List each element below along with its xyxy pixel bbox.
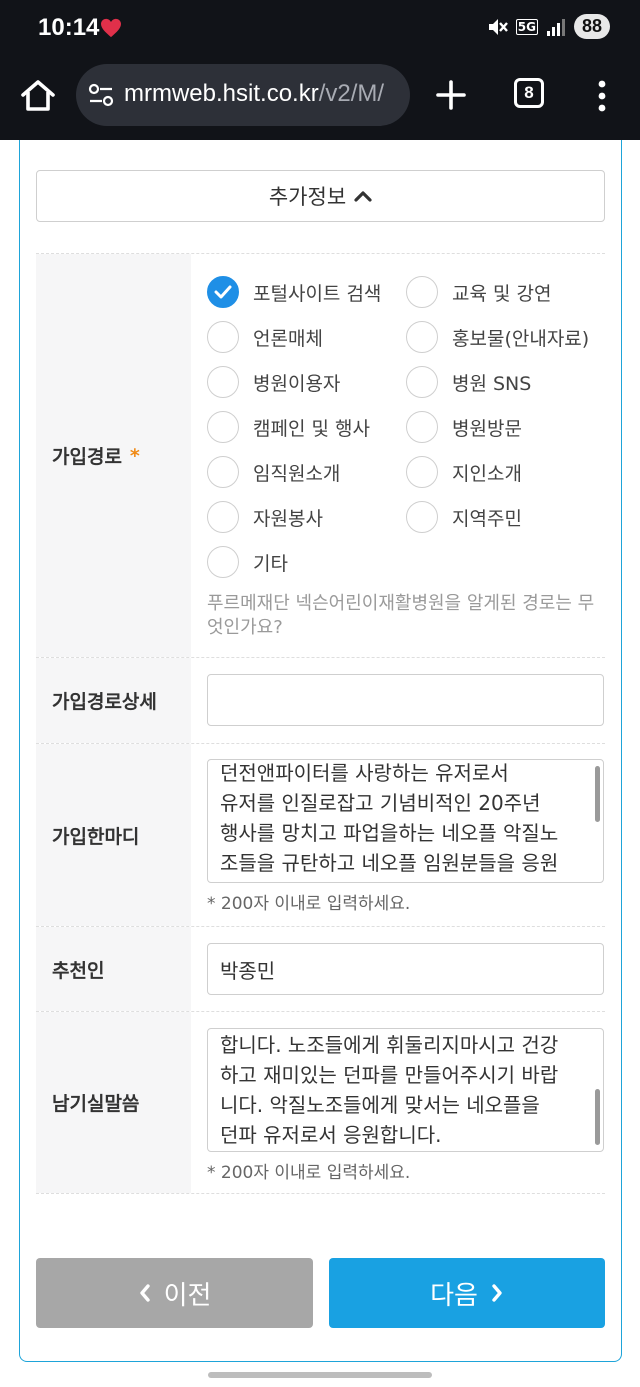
radio-icon[interactable] xyxy=(406,456,438,488)
radio-icon[interactable] xyxy=(406,321,438,353)
leave-words-line: 하고 재미있는 던파를 만들어주시기 바랍 xyxy=(220,1063,559,1087)
leave-words-label: 남기실말씀 xyxy=(36,1012,191,1193)
radio-option[interactable]: 지인소개 xyxy=(406,456,605,488)
recommender-label: 추천인 xyxy=(36,927,191,1011)
textarea-scrollbar[interactable] xyxy=(595,1089,600,1145)
radio-label: 캠페인 및 행사 xyxy=(253,417,370,440)
heart-icon xyxy=(101,18,121,38)
radio-label: 지역주민 xyxy=(452,507,522,530)
radio-label: 홍보물(안내자료) xyxy=(452,327,590,350)
prev-button[interactable]: 이전 xyxy=(36,1258,313,1328)
radio-option[interactable]: 캠페인 및 행사 xyxy=(207,411,406,443)
mute-icon xyxy=(488,18,508,35)
more-menu-icon[interactable] xyxy=(592,76,612,116)
textarea-scrollbar[interactable] xyxy=(595,766,600,822)
join-route-detail-input[interactable] xyxy=(207,674,604,726)
radio-checked-icon[interactable] xyxy=(207,276,239,308)
radio-option[interactable]: 병원방문 xyxy=(406,411,605,443)
radio-option[interactable]: 병원 SNS xyxy=(406,366,605,398)
radio-icon[interactable] xyxy=(406,276,438,308)
radio-icon[interactable] xyxy=(207,321,239,353)
checkmark-icon xyxy=(214,285,232,299)
leave-words-textarea[interactable]: 합니다. 노조들에게 휘둘리지마시고 건강 하고 재미있는 던파를 만들어주시기… xyxy=(207,1028,604,1152)
join-message-line: 유저를 인질로잡고 기념비적인 20주년 xyxy=(220,791,541,815)
join-route-options: 포털사이트 검색 교육 및 강연언론매체 홍보물(안내자료) 병원이용자 병원 SNS 캠… xyxy=(191,254,605,657)
status-bar: 10:14 5G 88 xyxy=(0,0,640,58)
site-settings-icon[interactable] xyxy=(88,83,114,107)
radio-label: 병원방문 xyxy=(452,417,522,440)
radio-label: 포털사이트 검색 xyxy=(253,282,382,305)
join-message-line: 던전앤파이터를 사랑하는 유저로서 xyxy=(220,761,509,785)
status-time: 10:14 xyxy=(38,14,100,41)
join-route-row: 가입경로 * 포털사이트 검색 교육 및 강연 언론매체 홍보물(안내자료) 병원이용자 병… xyxy=(36,253,605,657)
status-icons: 5G 88 xyxy=(486,14,610,39)
radio-icon[interactable] xyxy=(406,501,438,533)
radio-label: 자원봉사 xyxy=(253,507,323,530)
join-route-detail-label: 가입경로상세 xyxy=(36,658,191,743)
radio-icon[interactable] xyxy=(406,411,438,443)
join-message-line: 행사를 망치고 파업을하는 네오플 악질노 xyxy=(220,821,559,845)
battery-level: 88 xyxy=(573,14,610,39)
radio-label: 언론매체 xyxy=(253,327,323,350)
gesture-bar[interactable] xyxy=(208,1372,432,1378)
url-path: /v2/M/ xyxy=(318,80,385,107)
leave-words-line: 합니다. 노조들에게 휘둘리지마시고 건강 xyxy=(220,1033,559,1057)
home-icon[interactable] xyxy=(18,76,58,116)
radio-group: 포털사이트 검색 교육 및 강연언론매체 홍보물(안내자료) 병원이용자 병원 SNS 캠… xyxy=(207,270,605,578)
radio-label: 병원이용자 xyxy=(253,372,341,395)
leave-words-line: 던파 유저로서 응원합니다. xyxy=(220,1123,442,1147)
radio-icon[interactable] xyxy=(207,501,239,533)
join-route-hint: 푸르메재단 넥슨어린이재활병원을 알게된 경로는 무엇인가요? xyxy=(207,593,595,638)
radio-label: 병원 SNS xyxy=(452,372,532,395)
recommender-input[interactable]: 박종민 xyxy=(207,943,604,995)
recommender-row: 추천인 박종민 xyxy=(36,926,605,1011)
radio-option[interactable]: 포털사이트 검색 xyxy=(207,276,406,308)
tab-switcher-button[interactable]: 8 xyxy=(514,78,544,108)
radio-option[interactable]: 지역주민 xyxy=(406,501,605,533)
radio-icon[interactable] xyxy=(207,366,239,398)
radio-label: 지인소개 xyxy=(452,462,522,485)
chevron-right-icon xyxy=(492,1284,502,1302)
radio-option[interactable]: 언론매체 xyxy=(207,321,406,353)
chevron-up-icon xyxy=(354,191,372,202)
next-button[interactable]: 다음 xyxy=(329,1258,605,1328)
join-message-label: 가입한마디 xyxy=(36,744,191,926)
join-message-textarea[interactable]: 던전앤파이터를 사랑하는 유저로서 유저를 인질로잡고 기념비적인 20주년 행… xyxy=(207,759,604,883)
radio-icon[interactable] xyxy=(406,366,438,398)
leave-words-row: 남기실말씀 합니다. 노조들에게 휘둘리지마시고 건강 하고 재미있는 던파를 … xyxy=(36,1011,605,1194)
radio-option[interactable]: 교육 및 강연 xyxy=(406,276,605,308)
radio-label: 교육 및 강연 xyxy=(452,282,552,305)
radio-label: 기타 xyxy=(253,552,288,575)
radio-icon[interactable] xyxy=(207,456,239,488)
join-route-label: 가입경로 * xyxy=(36,254,191,657)
join-route-detail-row: 가입경로상세 xyxy=(36,657,605,743)
radio-icon[interactable] xyxy=(207,546,239,578)
toggle-label: 추가정보 xyxy=(268,185,347,209)
additional-info-form: 가입경로 * 포털사이트 검색 교육 및 강연 언론매체 홍보물(안내자료) 병원이용자 병… xyxy=(36,253,605,1194)
radio-label: 임직원소개 xyxy=(253,462,341,485)
leave-words-line: 니다. 악질노조들에게 맞서는 네오플을 xyxy=(220,1093,540,1117)
required-mark: * xyxy=(129,444,140,467)
url-text: mrmweb.hsit.co.kr/v2/M/ xyxy=(124,80,384,108)
chevron-left-icon xyxy=(139,1284,150,1302)
char-limit-note: * 200자 이내로 입력하세요. xyxy=(207,1163,411,1183)
signal-icon xyxy=(546,18,565,36)
browser-toolbar: mrmweb.hsit.co.kr/v2/M/ 8 xyxy=(0,58,640,140)
join-message-row: 가입한마디 던전앤파이터를 사랑하는 유저로서 유저를 인질로잡고 기념비적인 … xyxy=(36,743,605,926)
network-label: 5G xyxy=(515,18,538,35)
next-label: 다음 xyxy=(430,1280,478,1311)
address-bar[interactable]: mrmweb.hsit.co.kr/v2/M/ xyxy=(76,64,410,126)
radio-option[interactable]: 임직원소개 xyxy=(207,456,406,488)
additional-info-toggle[interactable]: 추가정보 xyxy=(36,170,605,222)
char-limit-note: * 200자 이내로 입력하세요. xyxy=(207,894,411,914)
radio-option[interactable]: 병원이용자 xyxy=(207,366,406,398)
radio-option[interactable]: 자원봉사 xyxy=(207,501,406,533)
radio-icon[interactable] xyxy=(207,411,239,443)
radio-option[interactable]: 홍보물(안내자료) xyxy=(406,321,605,353)
radio-option[interactable]: 기타 xyxy=(207,546,406,578)
new-tab-icon[interactable] xyxy=(434,78,468,112)
prev-label: 이전 xyxy=(163,1280,212,1311)
url-domain: mrmweb.hsit.co.kr xyxy=(124,80,319,107)
join-message-line: 조들을 규탄하고 네오플 임원분들을 응원 xyxy=(220,851,559,875)
